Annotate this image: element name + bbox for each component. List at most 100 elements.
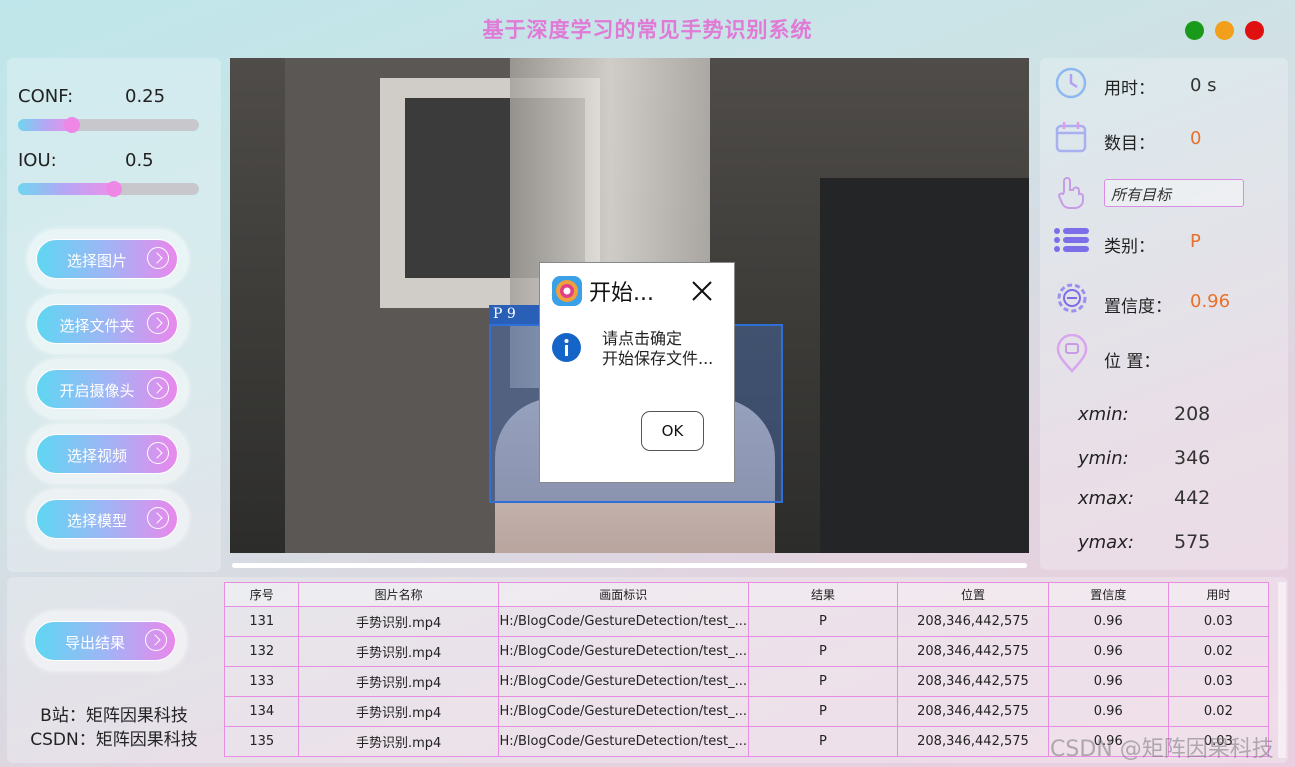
table-row[interactable]: 131 手势识别.mp4 H:/BlogCode/GestureDetectio… [224, 606, 1270, 637]
select-video-button-wrap: 选择视频 [27, 424, 189, 484]
clock-icon [1055, 67, 1087, 99]
watermark: CSDN @矩阵因果科技 [1050, 737, 1274, 762]
open-camera-button[interactable]: 开启摄像头 [36, 369, 178, 409]
iou-slider-fill [18, 183, 115, 195]
cell-result: P [747, 726, 899, 757]
ymax-label: ymax: [1078, 532, 1134, 553]
select-image-label: 选择图片 [66, 252, 127, 270]
cell-frame-id: H:/BlogCode/GestureDetection/test_... [497, 636, 749, 667]
open-camera-label: 开启摄像头 [59, 382, 135, 400]
cell-position: 208,346,442,575 [897, 606, 1049, 637]
chevron-right-icon [147, 507, 169, 529]
chevron-right-icon [147, 442, 169, 464]
position-label: 位 置： [1104, 352, 1161, 372]
detection-label: P 9 [489, 305, 541, 324]
count-value: 0 [1190, 128, 1202, 149]
conf-value: 0.25 [125, 86, 166, 107]
table-header-row: 序号 图片名称 画面标识 结果 位置 置信度 用时 [224, 582, 1270, 607]
cell-position: 208,346,442,575 [897, 696, 1049, 727]
ymin-value: 346 [1174, 447, 1211, 469]
xmin-label: xmin: [1078, 404, 1129, 425]
table-row[interactable]: 133 手势识别.mp4 H:/BlogCode/GestureDetectio… [224, 666, 1270, 697]
table-scrollbar[interactable] [1278, 582, 1286, 758]
dialog-line2: 开始保存文件... [602, 349, 714, 368]
select-video-button[interactable]: 选择视频 [36, 434, 178, 474]
dialog-line1: 请点击确定 [602, 329, 683, 348]
conf-slider-handle[interactable] [64, 117, 80, 133]
class-value: P [1190, 231, 1201, 252]
close-button[interactable] [1245, 21, 1264, 40]
cell-index: 133 [224, 666, 300, 697]
maximize-button[interactable] [1185, 21, 1204, 40]
gear-icon [1057, 283, 1087, 313]
table-row[interactable]: 134 手势识别.mp4 H:/BlogCode/GestureDetectio… [224, 696, 1270, 727]
credit-bilibili: B站：矩阵因果科技 [40, 706, 188, 726]
col-result[interactable]: 结果 [747, 582, 899, 607]
dialog-message: 请点击确定 开始保存文件... [602, 329, 713, 369]
table-row[interactable]: 132 手势识别.mp4 H:/BlogCode/GestureDetectio… [224, 636, 1270, 667]
export-results-label: 导出结果 [64, 634, 125, 652]
chevron-right-icon [147, 377, 169, 399]
cell-image-name: 手势识别.mp4 [298, 636, 499, 667]
chevron-right-icon [145, 629, 167, 651]
col-position[interactable]: 位置 [897, 582, 1049, 607]
time-value: 0 s [1190, 75, 1217, 96]
cell-frame-id: H:/BlogCode/GestureDetection/test_... [497, 606, 749, 637]
cell-position: 208,346,442,575 [897, 666, 1049, 697]
select-folder-button[interactable]: 选择文件夹 [36, 304, 178, 344]
conf-slider[interactable] [18, 117, 199, 133]
close-icon[interactable] [690, 279, 714, 303]
cell-confidence: 0.96 [1047, 636, 1169, 667]
cell-time: 0.02 [1167, 636, 1270, 667]
location-pin-icon [1056, 334, 1088, 373]
cell-index: 131 [224, 606, 300, 637]
video-progress-bar[interactable] [232, 563, 1027, 568]
cell-position: 208,346,442,575 [897, 726, 1049, 757]
cell-frame-id: H:/BlogCode/GestureDetection/test_... [497, 696, 749, 727]
col-index[interactable]: 序号 [224, 582, 300, 607]
cell-index: 135 [224, 726, 300, 757]
iou-label: IOU: [18, 150, 57, 171]
xmin-value: 208 [1174, 403, 1211, 425]
cell-time: 0.03 [1167, 666, 1270, 697]
right-info-panel: 用时： 0 s 数目： 0 所有目标 类别： P 置信度： 0.96 位 置： … [1040, 58, 1288, 570]
select-model-button-wrap: 选择模型 [27, 489, 189, 549]
col-confidence[interactable]: 置信度 [1047, 582, 1169, 607]
select-model-button[interactable]: 选择模型 [36, 499, 178, 539]
left-control-panel: CONF: 0.25 IOU: 0.5 选择图片 选择文件夹 开启摄像头 选择视… [7, 58, 221, 572]
cell-image-name: 手势识别.mp4 [298, 666, 499, 697]
export-results-button[interactable]: 导出结果 [34, 621, 176, 661]
iou-slider-handle[interactable] [106, 181, 122, 197]
col-time[interactable]: 用时 [1167, 582, 1270, 607]
cell-image-name: 手势识别.mp4 [298, 726, 499, 757]
target-select[interactable]: 所有目标 [1104, 179, 1244, 207]
confidence-value: 0.96 [1190, 291, 1231, 312]
select-image-button[interactable]: 选择图片 [36, 239, 178, 279]
message-dialog: 开始... 请点击确定 开始保存文件... OK [539, 262, 735, 483]
chevron-right-icon [147, 247, 169, 269]
cell-frame-id: H:/BlogCode/GestureDetection/test_... [497, 726, 749, 757]
select-video-label: 选择视频 [66, 447, 127, 465]
select-image-button-wrap: 选择图片 [27, 229, 189, 289]
info-icon [552, 333, 581, 362]
iou-slider[interactable] [18, 181, 199, 197]
class-label: 类别： [1104, 237, 1155, 257]
cell-result: P [747, 666, 899, 697]
ok-button[interactable]: OK [641, 411, 704, 451]
minimize-button[interactable] [1215, 21, 1234, 40]
col-frame-id[interactable]: 画面标识 [497, 582, 749, 607]
cell-time: 0.03 [1167, 606, 1270, 637]
cell-frame-id: H:/BlogCode/GestureDetection/test_... [497, 666, 749, 697]
cell-result: P [747, 606, 899, 637]
list-icon [1054, 228, 1089, 252]
monitor-shape [820, 178, 1029, 553]
cell-confidence: 0.96 [1047, 666, 1169, 697]
cell-result: P [747, 636, 899, 667]
chevron-right-icon [147, 312, 169, 334]
credit-csdn: CSDN：矩阵因果科技 [30, 730, 198, 750]
iou-value: 0.5 [125, 150, 154, 171]
app-logo-icon [552, 276, 582, 306]
time-label: 用时： [1104, 79, 1155, 99]
conf-label: CONF: [18, 86, 74, 107]
col-image-name[interactable]: 图片名称 [298, 582, 499, 607]
